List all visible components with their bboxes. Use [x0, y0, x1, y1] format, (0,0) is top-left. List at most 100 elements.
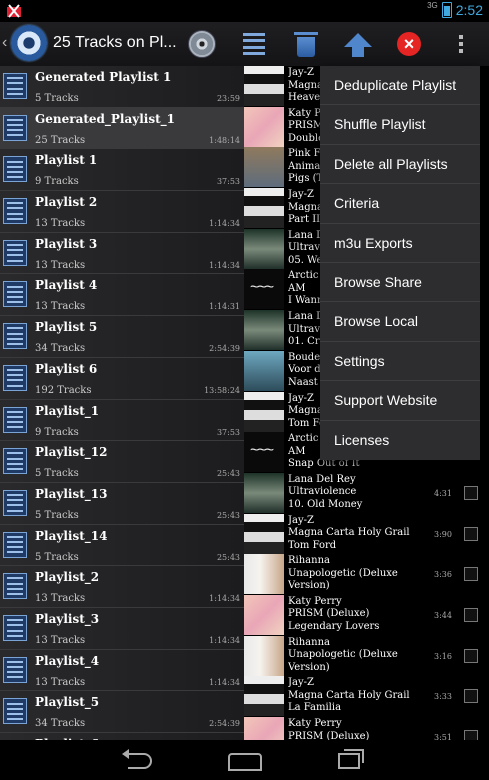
playlist-name: Playlist 1 [35, 153, 98, 168]
playlist-name: Generated Playlist 1 [35, 70, 172, 84]
playlist-icon [3, 281, 27, 308]
playlist-list[interactable]: Generated Playlist 15 Tracks 23:59 Generat… [0, 66, 244, 740]
track-row[interactable]: Jay-Z Magna Carta Holy Grail Tom Ford 3:90 [244, 513, 489, 555]
battery-icon [441, 2, 452, 18]
playlist-row[interactable]: Playlist 3 13 Tracks 1:14:34 [0, 233, 244, 275]
album-art [244, 66, 284, 106]
list-button[interactable] [238, 28, 270, 60]
track-info: Rihanna Unapologetic (Deluxe Version) [288, 555, 428, 594]
playlist-icon [3, 489, 27, 516]
playlist-duration: 37:53 [216, 427, 240, 437]
playlist-icon [3, 198, 27, 225]
album-art [244, 594, 284, 635]
track-checkbox[interactable] [464, 730, 478, 740]
track-album: Magna Carta Holy Grail [288, 527, 410, 539]
menu-item[interactable]: Shuffle Playlist [320, 105, 480, 145]
album-art [244, 350, 284, 391]
menu-item[interactable]: Settings [320, 342, 480, 382]
up-arrow-icon [344, 33, 372, 57]
playlist-icon [3, 239, 27, 266]
playlist-icon [3, 698, 27, 725]
close-button[interactable]: × [393, 28, 425, 60]
playlist-track-count: 13 Tracks [35, 593, 86, 605]
playlist-name: Playlist_2 [35, 570, 100, 585]
playlist-row[interactable]: Playlist_6 [0, 733, 244, 740]
playlist-row[interactable]: Playlist 4 13 Tracks 1:14:31 [0, 274, 244, 317]
playlist-duration: 23:59 [216, 94, 240, 103]
track-duration: 4:31 [434, 488, 452, 498]
playlist-row[interactable]: Playlist 2 13 Tracks 1:14:34 [0, 191, 244, 233]
menu-item[interactable]: Deduplicate Playlist [320, 66, 480, 106]
track-row[interactable]: Rihanna Unapologetic (Deluxe Version) 3:16 [244, 635, 489, 677]
delete-button[interactable] [290, 28, 322, 60]
playlist-icon [3, 156, 27, 183]
playlist-row[interactable]: Playlist_1 9 Tracks 37:53 [0, 400, 244, 442]
menu-item[interactable]: Browse Share [320, 263, 480, 303]
playlist-row[interactable]: Playlist_12 5 Tracks 25:43 [0, 441, 244, 483]
track-title: Tom Ford [288, 539, 337, 551]
playlist-icon [3, 73, 27, 99]
page-title: 25 Tracks on Pl... [53, 34, 177, 51]
track-checkbox[interactable] [464, 607, 478, 622]
home-button[interactable] [227, 749, 262, 771]
playlist-duration: 37:53 [216, 177, 240, 187]
playlist-row[interactable]: Playlist 5 34 Tracks 2:54:39 [0, 316, 244, 358]
album-art [244, 717, 284, 740]
playlist-row[interactable]: Generated_Playlist_1 25 Tracks 1:48:14 [0, 107, 244, 150]
playlist-row[interactable]: Playlist_3 13 Tracks 1:14:34 [0, 608, 244, 650]
track-artist: Jay-Z [288, 677, 314, 689]
playlist-row[interactable]: Playlist_5 34 Tracks 2:54:39 [0, 691, 244, 733]
action-bar: ‹ 25 Tracks on Pl... × [0, 22, 489, 68]
track-title: 10. Old Money [288, 498, 363, 510]
up-caret-icon[interactable]: ‹ [2, 34, 7, 52]
menu-item[interactable]: m3u Exports [320, 224, 480, 263]
playlist-track-count: 13 Tracks [35, 301, 86, 313]
playlist-track-count: 5 Tracks [35, 468, 79, 480]
recents-button[interactable] [332, 749, 366, 771]
overflow-menu-button[interactable] [445, 28, 477, 60]
track-row[interactable]: Jay-Z Magna Carta Holy Grail La Familia 3:3… [244, 676, 489, 717]
home-icon [227, 753, 262, 771]
playlist-icon [3, 573, 27, 600]
upload-button[interactable] [342, 28, 374, 60]
playlist-duration: 2:54:39 [209, 719, 240, 729]
track-album: Unapologetic (Deluxe Version) [288, 649, 398, 673]
menu-item[interactable]: Delete all Playlists [320, 145, 480, 185]
track-title: Legendary Lovers [288, 620, 380, 632]
track-checkbox[interactable] [464, 526, 478, 541]
playlist-row[interactable]: Playlist_13 5 Tracks 25:43 [0, 483, 244, 525]
signal-label: 3G [427, 0, 438, 10]
album-art [244, 269, 284, 310]
track-checkbox[interactable] [464, 648, 478, 663]
track-info: Jay-ZMagna Carta Holy GrailTom Ford [288, 515, 428, 554]
track-checkbox[interactable] [464, 689, 478, 704]
cd-icon [188, 30, 216, 58]
menu-item[interactable]: Criteria [320, 184, 480, 224]
track-info: Lana Del Rey Ultraviolence 10. Old Money [288, 474, 428, 513]
track-checkbox[interactable] [464, 485, 478, 500]
menu-item[interactable]: Licenses [320, 421, 480, 460]
playlist-track-count: 5 Tracks [35, 509, 79, 521]
playlist-row[interactable]: Playlist 6 192 Tracks 13:58:24 [0, 358, 244, 400]
track-artist: Jay-Z [288, 514, 314, 526]
playlist-row[interactable]: Playlist_4 13 Tracks 1:14:34 [0, 650, 244, 692]
menu-item[interactable]: Browse Local [320, 302, 480, 342]
playlist-row[interactable]: Playlist_2 13 Tracks 1:14:34 [0, 566, 244, 608]
track-row[interactable]: Rihanna Unapologetic (Deluxe Version) 3:36 [244, 554, 489, 595]
track-duration: 3:51 [434, 733, 452, 740]
track-duration: 3:44 [434, 610, 452, 620]
playlist-name: Playlist 4 [35, 278, 98, 293]
playlist-row[interactable]: Playlist 1 9 Tracks 37:53 [0, 149, 244, 192]
track-info: Jay-Z Magna Carta Holy Grail La Familia [288, 677, 428, 716]
back-button[interactable] [121, 749, 158, 771]
track-checkbox[interactable] [464, 567, 478, 582]
playlist-row[interactable]: Playlist_14 5 Tracks 25:43 [0, 525, 244, 567]
track-row[interactable]: Lana Del Rey Ultraviolence 10. Old Money 4:… [244, 472, 489, 514]
menu-item[interactable]: Support Website [320, 381, 480, 421]
cd-button[interactable] [186, 28, 218, 60]
app-logo[interactable] [11, 25, 47, 61]
track-row[interactable]: Katy Perry PRISM (Deluxe) Legendary Lovers… [244, 594, 489, 636]
playlist-row[interactable]: Generated Playlist 1 5 Tracks 23:59 [0, 66, 244, 108]
track-row[interactable]: Katy Perry PRISM (Deluxe) 3:51 [244, 717, 489, 740]
playlist-track-count: 13 Tracks [35, 218, 86, 230]
